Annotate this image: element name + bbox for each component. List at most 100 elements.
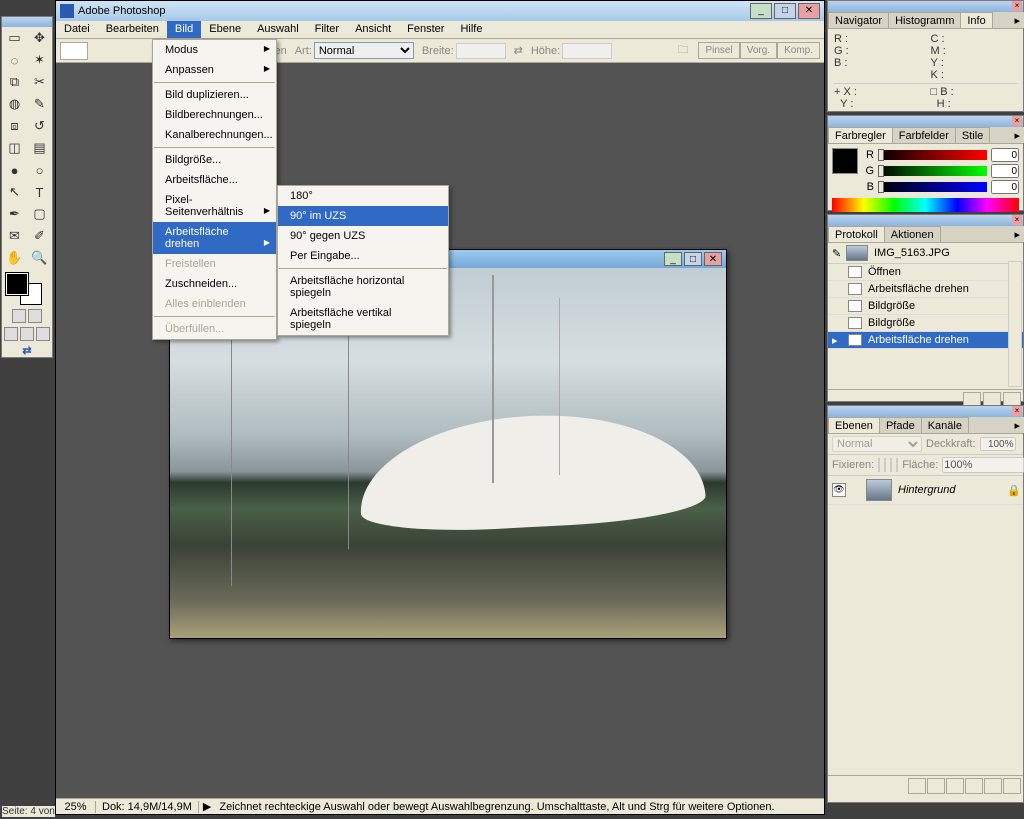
menu-ansicht[interactable]: Ansicht [347, 21, 399, 38]
tab-aktionen[interactable]: Aktionen [884, 226, 941, 242]
fill-input[interactable] [942, 457, 1024, 473]
tab-pinsel[interactable]: Pinsel [698, 42, 739, 59]
tab-pfade[interactable]: Pfade [879, 417, 922, 433]
doc-size[interactable]: Dok: 14,9M/14,9M [96, 801, 199, 813]
mi-vert-spiegeln[interactable]: Arbeitsfläche vertikal spiegeln [278, 303, 448, 335]
lock-transparent-icon[interactable] [878, 458, 880, 472]
visibility-icon[interactable]: 👁 [832, 483, 846, 497]
mi-arbeitsflaeche[interactable]: Arbeitsfläche... [153, 170, 276, 190]
foreground-swatch[interactable] [6, 273, 28, 295]
mi-bildberechnungen[interactable]: Bildberechnungen... [153, 105, 276, 125]
brush-tool[interactable]: ✎ [27, 93, 52, 115]
color-preview-swatch[interactable] [832, 148, 858, 174]
opacity-input[interactable] [980, 437, 1016, 451]
color-menu-icon[interactable]: ▸ [1010, 127, 1024, 143]
new-layer-icon[interactable] [984, 778, 1002, 794]
tab-komp[interactable]: Komp. [777, 42, 820, 59]
lock-position-icon[interactable] [890, 458, 892, 472]
layers-close-icon[interactable]: × [1012, 406, 1022, 416]
history-item[interactable]: Arbeitsfläche drehen [828, 281, 1023, 298]
zoom-tool[interactable]: 🔍 [27, 247, 52, 269]
history-item[interactable]: Bildgröße [828, 315, 1023, 332]
mask-icon[interactable] [927, 778, 945, 794]
b-slider[interactable] [878, 182, 987, 192]
pen-tool[interactable]: ✒ [2, 203, 27, 225]
swap-icon[interactable]: ⇄ [514, 44, 523, 57]
screen-full-icon[interactable] [36, 327, 50, 341]
mi-bildgroesse[interactable]: Bildgröße... [153, 150, 276, 170]
mi-modus[interactable]: Modus [153, 40, 276, 60]
adjustment-icon[interactable] [965, 778, 983, 794]
layer-name[interactable]: Hintergrund [898, 484, 1007, 496]
mi-90-gegen[interactable]: 90° gegen UZS [278, 226, 448, 246]
marquee-tool[interactable]: ▭ [2, 27, 27, 49]
tab-kanaele[interactable]: Kanäle [921, 417, 969, 433]
dodge-tool[interactable]: ○ [27, 159, 52, 181]
gradient-tool[interactable]: ▤ [27, 137, 52, 159]
color-swatches[interactable] [2, 269, 52, 307]
mi-anpassen[interactable]: Anpassen [153, 60, 276, 80]
menu-ebene[interactable]: Ebene [201, 21, 249, 38]
tab-stile[interactable]: Stile [955, 127, 990, 143]
marquee-preset-icon[interactable] [60, 42, 88, 60]
mi-180[interactable]: 180° [278, 186, 448, 206]
g-input[interactable] [991, 164, 1019, 178]
menu-fenster[interactable]: Fenster [399, 21, 452, 38]
history-close-icon[interactable]: × [1012, 215, 1022, 225]
wand-tool[interactable]: ✶ [27, 49, 52, 71]
tab-farbfelder[interactable]: Farbfelder [892, 127, 956, 143]
mi-zuschneiden[interactable]: Zuschneiden... [153, 274, 276, 294]
eraser-tool[interactable]: ◫ [2, 137, 27, 159]
menu-bild[interactable]: Bild [167, 21, 201, 38]
r-input[interactable] [991, 148, 1019, 162]
mi-90-uzs[interactable]: 90° im UZS [278, 206, 448, 226]
stamp-tool[interactable]: ⧈ [2, 115, 27, 137]
minimize-button[interactable]: _ [750, 3, 772, 19]
b-input[interactable] [991, 180, 1019, 194]
crop-tool[interactable]: ⧉ [2, 71, 27, 93]
tab-navigator[interactable]: Navigator [828, 12, 889, 28]
titlebar[interactable]: Adobe Photoshop _ □ ✕ [56, 1, 824, 21]
lock-paint-icon[interactable] [884, 458, 886, 472]
menu-bearbeiten[interactable]: Bearbeiten [98, 21, 167, 38]
set-icon[interactable] [946, 778, 964, 794]
delete-layer-icon[interactable] [1003, 778, 1021, 794]
history-item[interactable]: ▸Arbeitsfläche drehen [828, 332, 1023, 349]
fx-icon[interactable] [908, 778, 926, 794]
mi-kanalberechnungen[interactable]: Kanalberechnungen... [153, 125, 276, 145]
history-scrollbar[interactable] [1008, 261, 1022, 387]
file-browser-icon[interactable]: 🗀 [677, 41, 688, 60]
move-tool[interactable]: ✥ [27, 27, 52, 49]
layer-row[interactable]: 👁 Hintergrund 🔒 [828, 476, 1023, 505]
blur-tool[interactable]: ● [2, 159, 27, 181]
breite-input[interactable] [456, 43, 506, 59]
history-snapshot[interactable]: ✎ IMG_5163.JPG [828, 243, 1023, 264]
history-menu-icon[interactable]: ▸ [1010, 226, 1024, 242]
doc-minimize-button[interactable]: _ [664, 252, 682, 266]
maximize-button[interactable]: □ [774, 3, 796, 19]
menu-hilfe[interactable]: Hilfe [452, 21, 490, 38]
doc-close-button[interactable]: ✕ [704, 252, 722, 266]
tab-info[interactable]: Info [960, 12, 992, 28]
tab-ebenen[interactable]: Ebenen [828, 417, 880, 433]
history-item[interactable]: Öffnen [828, 264, 1023, 281]
tab-vorg[interactable]: Vorg. [740, 42, 777, 59]
heal-tool[interactable]: ◍ [2, 93, 27, 115]
type-tool[interactable]: T [27, 181, 52, 203]
notes-tool[interactable]: ✉ [2, 225, 27, 247]
screen-standard-icon[interactable] [4, 327, 18, 341]
eyedropper-tool[interactable]: ✐ [27, 225, 52, 247]
mi-pixelseitenverhaeltnis[interactable]: Pixel-Seitenverhältnis [153, 190, 276, 222]
status-menu-arrow[interactable]: ▶ [203, 800, 211, 813]
path-tool[interactable]: ↖ [2, 181, 27, 203]
shape-tool[interactable]: ▢ [27, 203, 52, 225]
standard-mode-icon[interactable] [12, 309, 26, 323]
art-select[interactable]: Normal [314, 42, 414, 59]
mi-horiz-spiegeln[interactable]: Arbeitsfläche horizontal spiegeln [278, 271, 448, 303]
info-close-icon[interactable]: × [1012, 1, 1022, 11]
screen-menubar-icon[interactable] [20, 327, 34, 341]
history-item[interactable]: Bildgröße [828, 298, 1023, 315]
jump-to-imageready[interactable]: ⇄ [2, 343, 52, 357]
menu-datei[interactable]: Datei [56, 21, 98, 38]
link-icon[interactable] [848, 483, 862, 497]
